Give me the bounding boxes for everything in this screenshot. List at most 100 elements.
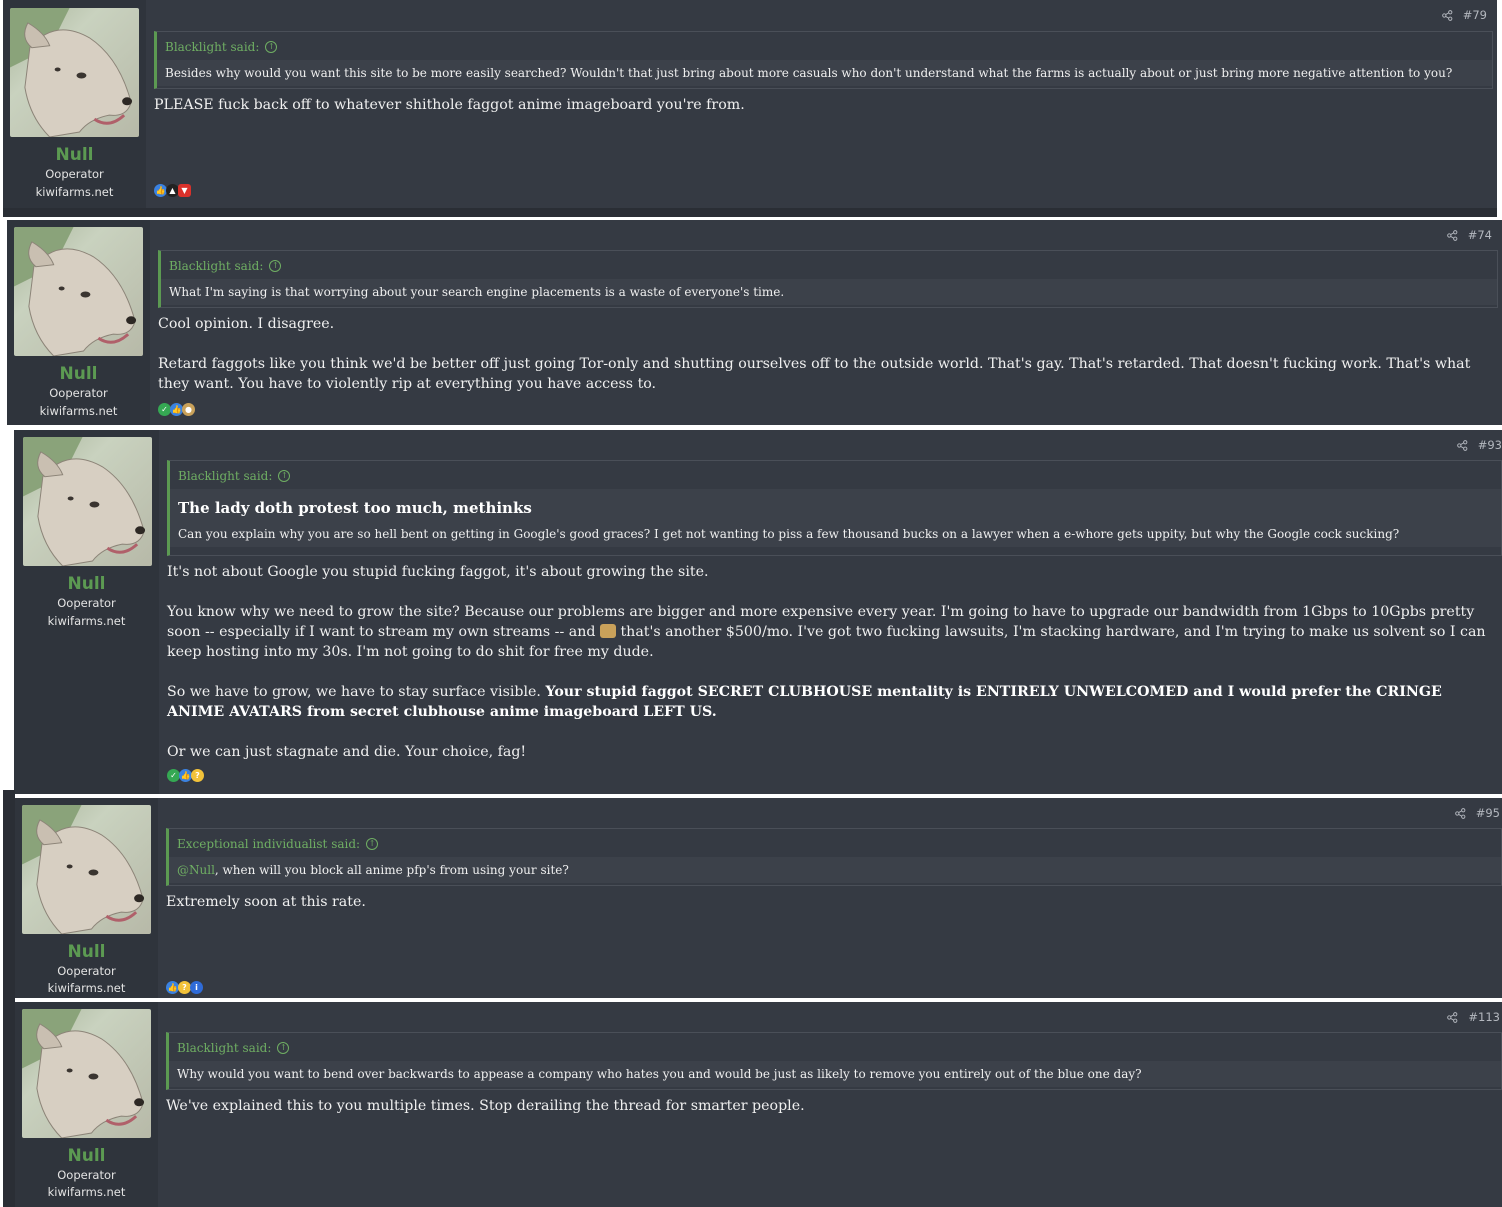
post-main: #93 Blacklight said: ↑ The lady doth prot…: [161, 430, 1502, 794]
post-paragraph: Extremely soon at this rate.: [166, 894, 366, 910]
share-icon[interactable]: [1456, 439, 1468, 451]
quote-author[interactable]: Blacklight said:: [177, 1041, 271, 1055]
share-icon[interactable]: [1454, 807, 1466, 819]
reactions-bar[interactable]: ✓ 👍 ●: [158, 403, 195, 416]
quote-author-link[interactable]: Blacklight said: ↑: [169, 1033, 1501, 1055]
post-meta: #79: [1441, 8, 1487, 22]
quote-text: , when will you block all anime pfp's fr…: [214, 863, 569, 877]
dog-avatar-icon: [10, 8, 133, 137]
post-main: #74 Blacklight said: ↑ What I'm saying is…: [152, 220, 1502, 425]
username[interactable]: Null: [3, 145, 146, 165]
post-paragraph: PLEASE fuck back off to whatever shithol…: [154, 97, 745, 113]
post-main: #113 Blacklight said: ↑ Why would you wan…: [160, 1002, 1502, 1207]
quote-text: Besides why would you want this site to …: [157, 60, 1492, 86]
quote-author-link[interactable]: Exceptional individualist said: ↑: [169, 829, 1501, 851]
post-user-panel: Null Ooperator kiwifarms.net: [7, 220, 150, 425]
dog-avatar-icon: [14, 227, 137, 356]
post-body: PLEASE fuck back off to whatever shithol…: [154, 95, 1487, 135]
arrow-up-icon[interactable]: ↑: [278, 469, 291, 482]
red-flag-icon[interactable]: ▼: [178, 184, 191, 197]
divider: [3, 208, 1497, 217]
post-number-link[interactable]: #93: [1478, 438, 1502, 452]
quote-author[interactable]: Exceptional individualist said:: [177, 837, 360, 851]
post-user-panel: Null Ooperator kiwifarms.net: [3, 0, 146, 208]
user-title: Ooperator: [45, 167, 104, 181]
avatar[interactable]: [14, 227, 143, 356]
post-main: #95 Exceptional individualist said: ↑ @Nu…: [160, 798, 1502, 998]
post-meta: #93: [1456, 438, 1502, 452]
arrow-up-icon[interactable]: ↑: [265, 40, 278, 53]
quote-content: The lady doth protest too much, methinks…: [170, 489, 1501, 547]
avatar[interactable]: [22, 805, 151, 934]
share-icon[interactable]: [1447, 1011, 1458, 1023]
quote-author[interactable]: Blacklight said:: [178, 469, 272, 483]
post-user-panel: Null Ooperator kiwifarms.net: [15, 1002, 158, 1207]
username[interactable]: Null: [15, 1146, 158, 1166]
post-body: Extremely soon at this rate.: [166, 892, 1502, 932]
user-mention-link[interactable]: @Null: [177, 863, 215, 877]
divider: [3, 790, 15, 1207]
share-icon[interactable]: [1441, 9, 1453, 21]
username[interactable]: Null: [7, 364, 150, 384]
reactions-bar[interactable]: 👍 ? i: [166, 981, 203, 994]
post-meta: #113: [1447, 1010, 1500, 1024]
quote-block: Blacklight said: ↑ Why would you want to …: [166, 1032, 1502, 1090]
post-paragraph: Retard faggots like you think we'd be be…: [158, 356, 1471, 392]
user-title: Ooperator: [57, 1168, 116, 1182]
username[interactable]: Null: [15, 942, 158, 962]
paragraph-part: So we have to grow, we have to stay surf…: [167, 684, 541, 700]
post-95: Null Ooperator kiwifarms.net #95 Excepti…: [15, 798, 1502, 998]
post-113: Null Ooperator kiwifarms.net #113 Blackl…: [15, 1002, 1502, 1207]
quote-author-link[interactable]: Blacklight said: ↑: [157, 32, 1492, 54]
post-number-link[interactable]: #95: [1476, 806, 1500, 820]
post-user-panel: Null Ooperator kiwifarms.net: [15, 798, 158, 998]
thinking-icon[interactable]: ?: [191, 769, 204, 782]
arrow-up-icon[interactable]: ↑: [269, 259, 282, 272]
user-site: kiwifarms.net: [47, 1185, 126, 1199]
reactions-bar[interactable]: 👍 ▲ ▼: [154, 184, 191, 197]
avatar[interactable]: [23, 437, 152, 566]
post-93: Null Ooperator kiwifarms.net #93 Blackli…: [14, 430, 1502, 794]
quote-block: Blacklight said: ↑ What I'm saying is tha…: [158, 250, 1498, 308]
user-site: kiwifarms.net: [35, 185, 114, 199]
quote-author-link[interactable]: Blacklight said: ↑: [161, 251, 1497, 273]
reactions-bar[interactable]: ✓ 👍 ?: [167, 769, 204, 782]
post-user-panel: Null Ooperator kiwifarms.net: [14, 430, 159, 794]
quote-author-link[interactable]: Blacklight said: ↑: [170, 461, 1501, 483]
post-number-link[interactable]: #79: [1463, 8, 1487, 22]
post-paragraph: You know why we need to grow the site? B…: [167, 602, 1502, 662]
post-number-link[interactable]: #113: [1468, 1010, 1500, 1024]
quote-block: Blacklight said: ↑ Besides why would you …: [154, 31, 1493, 89]
quote-author[interactable]: Blacklight said:: [165, 40, 259, 54]
post-body: It's not about Google you stupid fucking…: [167, 562, 1502, 782]
post-number-link[interactable]: #74: [1468, 228, 1492, 242]
share-icon[interactable]: [1446, 229, 1458, 241]
quote-text: What I'm saying is that worrying about y…: [161, 279, 1497, 305]
username[interactable]: Null: [14, 574, 159, 594]
user-site: kiwifarms.net: [47, 981, 126, 995]
wolf-icon[interactable]: ●: [182, 403, 195, 416]
post-main: #79 Blacklight said: ↑ Besides why would …: [148, 0, 1497, 208]
dog-avatar-icon: [23, 437, 146, 566]
quote-block: Blacklight said: ↑ The lady doth protest …: [167, 460, 1502, 556]
arrow-up-icon[interactable]: ↑: [366, 837, 379, 850]
post-paragraph: So we have to grow, we have to stay surf…: [167, 682, 1502, 722]
info-icon[interactable]: i: [190, 981, 203, 994]
arrow-up-icon[interactable]: ↑: [277, 1041, 290, 1054]
post-79: Null Ooperator kiwifarms.net #79 Blackli…: [3, 0, 1497, 208]
quote-content: @Null, when will you block all anime pfp…: [169, 857, 1501, 883]
post-meta: #95: [1454, 806, 1500, 820]
user-title: Ooperator: [49, 386, 108, 400]
user-title: Ooperator: [57, 596, 116, 610]
user-site: kiwifarms.net: [39, 404, 118, 418]
post-74: Null Ooperator kiwifarms.net #74 Blackli…: [7, 220, 1502, 425]
quote-title: The lady doth protest too much, methinks: [178, 499, 532, 517]
quote-author[interactable]: Blacklight said:: [169, 259, 263, 273]
post-paragraph: Cool opinion. I disagree.: [158, 316, 335, 332]
avatar[interactable]: [22, 1009, 151, 1138]
dog-avatar-icon: [22, 1009, 145, 1138]
user-site: kiwifarms.net: [47, 614, 126, 628]
post-paragraph: Or we can just stagnate and die. Your ch…: [167, 744, 527, 760]
quote-block: Exceptional individualist said: ↑ @Null, …: [166, 828, 1502, 886]
avatar[interactable]: [10, 8, 139, 137]
